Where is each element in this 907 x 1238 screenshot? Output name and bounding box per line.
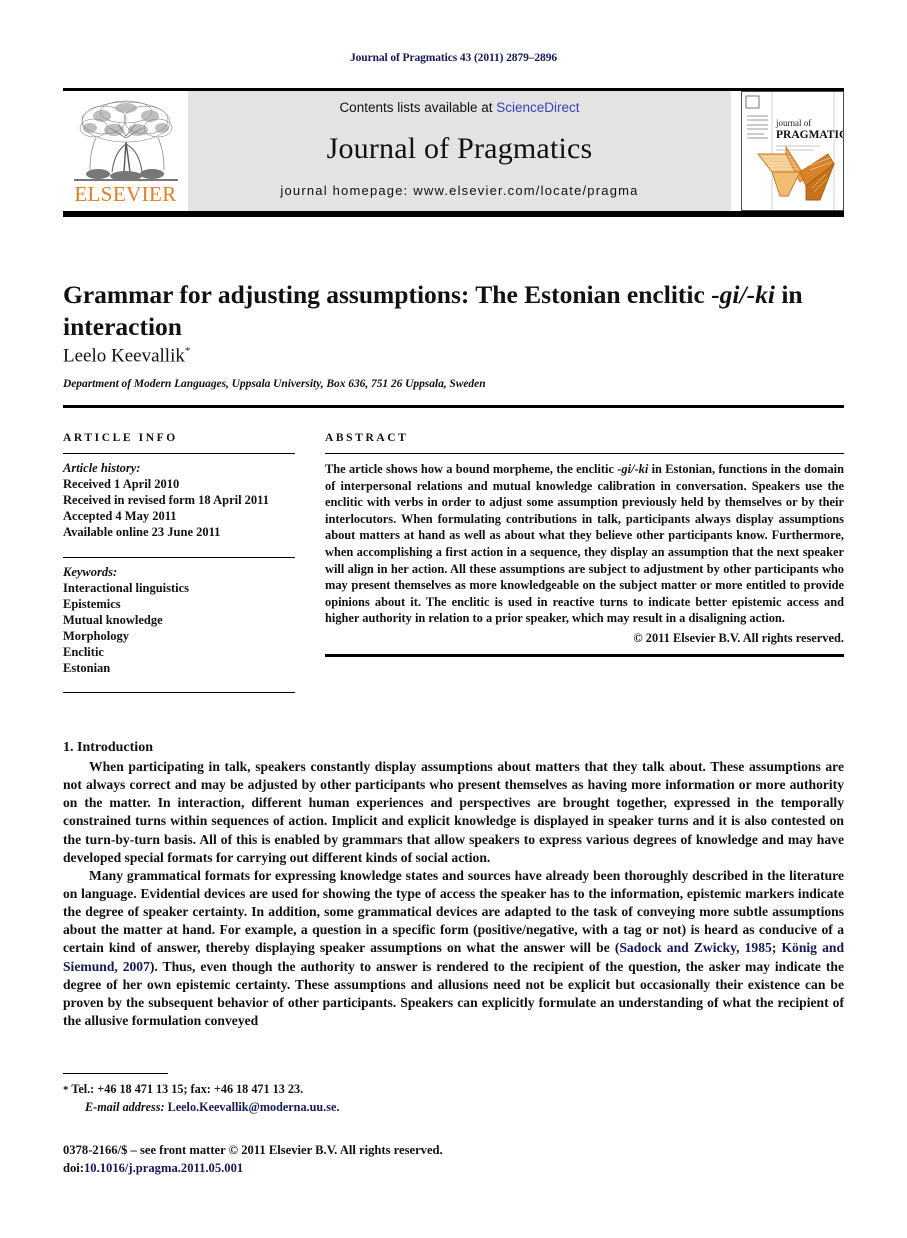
footnote-contact: Tel.: +46 18 471 13 15; fax: +46 18 471 … (71, 1082, 304, 1096)
journal-masthead: ELSEVIER Contents lists available at Sci… (63, 88, 844, 217)
email-link[interactable]: Leelo.Keevallik@moderna.uu.se (168, 1100, 337, 1114)
keyword-item: Epistemics (63, 596, 121, 611)
abstract-text-italic: -gi/-ki (617, 462, 649, 476)
article-info-rule (63, 453, 295, 454)
abstract-bottom-rule (325, 654, 844, 658)
article-history-label: Article history: (63, 461, 141, 475)
abstract-copyright: © 2011 Elsevier B.V. All rights reserved… (633, 631, 844, 646)
running-head: Journal of Pragmatics 43 (2011) 2879–289… (349, 52, 558, 64)
article-info-column: ARTICLE INFO Article history: Received 1… (63, 432, 295, 700)
contents-available-label: Contents lists available at (339, 100, 497, 115)
history-item: Received 1 April 2010 (63, 477, 180, 491)
issn-copyright-line: 0378-2166/$ – see front matter © 2011 El… (63, 1143, 443, 1157)
author-affiliation: Department of Modern Languages, Uppsala … (63, 378, 486, 390)
page-title: Grammar for adjusting assumptions: The E… (63, 279, 853, 344)
journal-cover-thumbnail: journal of PRAGMATICS (741, 91, 844, 211)
article-info-heading: ARTICLE INFO (63, 432, 178, 444)
article-info-bottom-rule (63, 692, 295, 694)
imprint-block: 0378-2166/$ – see front matter © 2011 El… (63, 1141, 443, 1178)
journal-cover-image: journal of PRAGMATICS (742, 92, 843, 210)
abstract-text: The article shows how a bound morpheme, … (325, 461, 844, 627)
doi-label: doi: (63, 1161, 84, 1176)
abstract-heading: ABSTRACT (325, 432, 409, 444)
keywords-label: Keywords: (63, 564, 118, 579)
history-item: Available online 23 June 2011 (63, 525, 221, 540)
history-item: Received in revised form 18 April 2011 (63, 493, 269, 508)
journal-homepage-link[interactable]: journal homepage: www.elsevier.com/locat… (280, 183, 638, 198)
section-heading-introduction: 1. Introduction (63, 739, 153, 755)
paragraph: When participating in talk, speakers con… (63, 759, 844, 865)
contents-available-line: Contents lists available at ScienceDirec… (339, 100, 579, 115)
abstract-column: ABSTRACT The article shows how a bound m… (325, 432, 844, 658)
paragraph-part-b: ). Thus, even though the authority to an… (63, 958, 845, 1028)
abstract-text-part2: in Estonian, functions in the domain of … (325, 462, 844, 626)
svg-text:PRAGMATICS: PRAGMATICS (776, 129, 843, 141)
abstract-rule (325, 453, 844, 454)
masthead-center-panel: Contents lists available at ScienceDirec… (188, 91, 731, 211)
masthead-bottom-rule (63, 211, 844, 217)
footnote-email-line: E-mail address: Leelo.Keevallik@moderna.… (85, 1099, 340, 1114)
paragraph: Many grammatical formats for expressing … (63, 867, 844, 1030)
keyword-item: Interactional linguistics (63, 580, 190, 595)
elsevier-tree-icon (73, 100, 178, 181)
title-text-part1: Grammar for adjusting assumptions: The E… (63, 280, 712, 310)
author-footnote: * Tel.: +46 18 471 13 15; fax: +46 18 47… (63, 1081, 563, 1116)
author-name: Leelo Keevallik* (63, 345, 190, 367)
email-label: E-mail address: (85, 1099, 165, 1114)
keywords-rule (63, 556, 295, 558)
keyword-item: Enclitic (63, 645, 104, 659)
header-separator-rule (63, 405, 844, 408)
footnote-marker: * (63, 1084, 69, 1096)
author-label: Leelo Keevallik (63, 345, 185, 367)
abstract-text-part1: The article shows how a bound morpheme, … (325, 462, 618, 476)
footnote-separator-rule (63, 1073, 168, 1074)
elsevier-logo: ELSEVIER (63, 91, 188, 211)
article-page: Journal of Pragmatics 43 (2011) 2879–289… (0, 0, 907, 1238)
elsevier-wordmark: ELSEVIER (74, 182, 177, 206)
doi-line: doi:10.1016/j.pragma.2011.05.001 (63, 1159, 443, 1177)
history-item: Accepted 4 May 2011 (63, 509, 177, 524)
keyword-item: Mutual knowledge (63, 612, 163, 627)
title-text-italic: -gi/-ki (711, 280, 775, 310)
author-footnote-marker[interactable]: * (185, 345, 191, 357)
sciencedirect-link[interactable]: ScienceDirect (496, 100, 579, 115)
svg-text:journal of: journal of (775, 118, 811, 128)
journal-title: Journal of Pragmatics (326, 132, 593, 165)
keyword-item: Morphology (63, 628, 129, 643)
keyword-item: Estonian (63, 661, 111, 676)
body-text: When participating in talk, speakers con… (63, 758, 844, 1030)
doi-link[interactable]: 10.1016/j.pragma.2011.05.001 (84, 1161, 243, 1175)
